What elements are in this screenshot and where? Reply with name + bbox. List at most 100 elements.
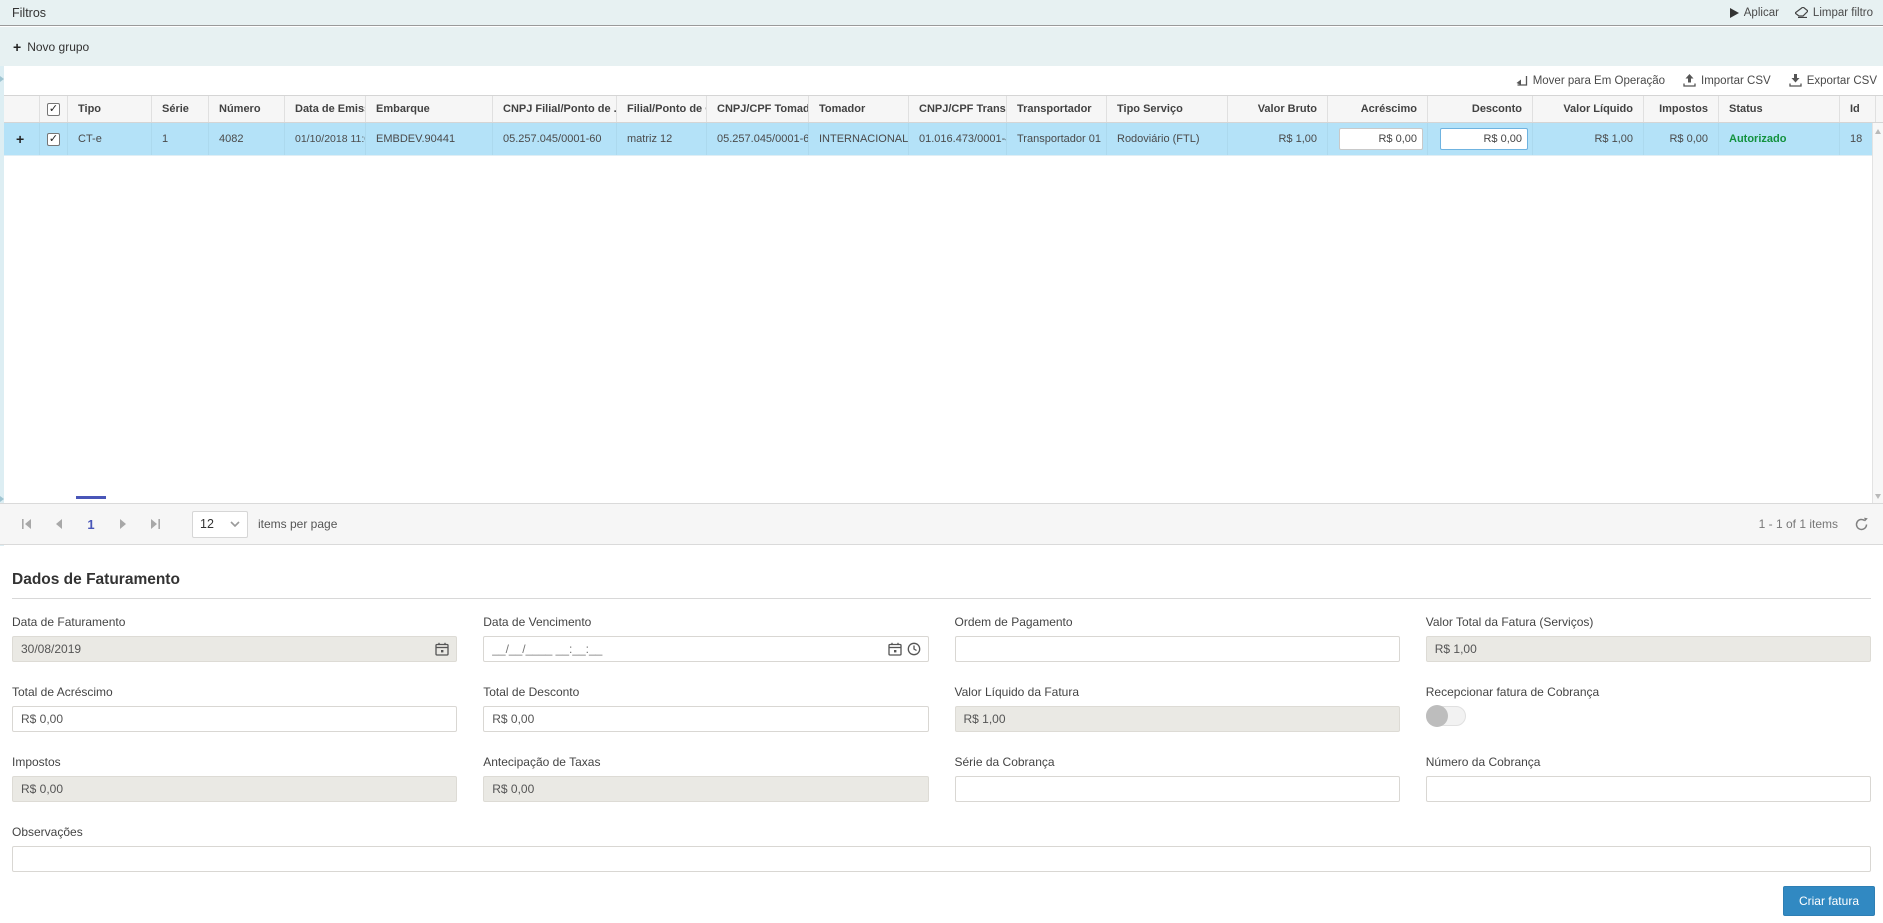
calendar-icon[interactable] <box>435 642 449 656</box>
select-all-checkbox[interactable]: ✓ <box>47 103 60 116</box>
cell-tomador: INTERNACIONAL E ... <box>809 123 909 155</box>
field-label: Série da Cobrança <box>955 755 1400 769</box>
play-icon <box>1729 8 1739 18</box>
cell-desconto <box>1428 123 1533 155</box>
observacoes-input[interactable] <box>12 846 1871 872</box>
move-to-operation-button[interactable]: Mover para Em Operação <box>1515 75 1665 87</box>
field-label: Recepcionar fatura de Cobrança <box>1426 685 1871 699</box>
cell-cnpj-transportador: 01.016.473/0001-40 <box>909 123 1007 155</box>
row-select-cell: ✓ <box>40 123 68 155</box>
column-header-impostos[interactable]: Impostos <box>1644 96 1719 122</box>
column-header-serie[interactable]: Série <box>152 96 209 122</box>
field-label: Data de Faturamento <box>12 615 457 629</box>
field-recepcionar-fatura: Recepcionar fatura de Cobrança <box>1426 685 1871 732</box>
column-header-desconto[interactable]: Desconto <box>1428 96 1533 122</box>
calendar-icon[interactable] <box>888 642 902 656</box>
filters-title: Filtros <box>12 6 46 20</box>
column-header-valor-liquido[interactable]: Valor Líquido <box>1533 96 1644 122</box>
field-numero-cobranca: Número da Cobrança <box>1426 755 1871 802</box>
field-label: Total de Desconto <box>483 685 928 699</box>
valor-total-input[interactable] <box>1426 636 1871 662</box>
impostos-input[interactable] <box>12 776 457 802</box>
column-header-transportador[interactable]: Transportador <box>1007 96 1107 122</box>
billing-form: Data de Faturamento Data de Vencimento O… <box>12 615 1871 895</box>
data-faturamento-input[interactable] <box>12 636 457 662</box>
column-header-data-emissao[interactable]: Data de Emiss... <box>285 96 366 122</box>
splitter-arrow-icon <box>0 76 4 82</box>
column-header-tipo-servico[interactable]: Tipo Serviço <box>1107 96 1228 122</box>
section-title: Dados de Faturamento <box>12 571 1871 599</box>
apply-filters-button[interactable]: Aplicar <box>1729 7 1779 19</box>
column-header-cnpj-transportador[interactable]: CNPJ/CPF Transp... <box>909 96 1007 122</box>
row-checkbox[interactable]: ✓ <box>47 133 60 146</box>
column-header-status[interactable]: Status <box>1719 96 1840 122</box>
column-header-tomador[interactable]: Tomador <box>809 96 909 122</box>
import-csv-button[interactable]: Importar CSV <box>1683 74 1771 87</box>
page-size-select[interactable]: 12 <box>192 511 248 538</box>
eraser-icon <box>1795 7 1808 18</box>
recepcionar-toggle[interactable] <box>1426 706 1466 726</box>
upload-icon <box>1683 74 1696 87</box>
billing-data-section: Dados de Faturamento Data de Faturamento… <box>0 546 1883 923</box>
last-page-button[interactable] <box>142 511 168 537</box>
filters-actions: Aplicar Limpar filtro <box>1729 7 1873 19</box>
field-label: Valor Líquido da Fatura <box>955 685 1400 699</box>
cell-cnpj-tomador: 05.257.045/0001-60 <box>707 123 809 155</box>
cell-cnpj-filial: 05.257.045/0001-60 <box>493 123 617 155</box>
cell-acrescimo <box>1328 123 1428 155</box>
field-antecipacao-taxas: Antecipação de Taxas <box>483 755 928 802</box>
scroll-down-icon[interactable] <box>1875 494 1881 499</box>
first-page-button[interactable] <box>14 511 40 537</box>
numero-cobranca-input[interactable] <box>1426 776 1871 802</box>
cell-valor-liquido: R$ 1,00 <box>1533 123 1644 155</box>
field-data-faturamento: Data de Faturamento <box>12 615 457 662</box>
plus-icon: + <box>13 40 21 54</box>
table-row[interactable]: + ✓ CT-e 1 4082 01/10/2018 11:07 EMBDEV.… <box>4 123 1883 156</box>
column-header-numero[interactable]: Número <box>209 96 285 122</box>
field-total-desconto: Total de Desconto <box>483 685 928 732</box>
vertical-scrollbar[interactable] <box>1872 123 1883 505</box>
column-header-embarque[interactable]: Embarque <box>366 96 493 122</box>
field-label: Observações <box>12 825 1871 839</box>
field-label: Ordem de Pagamento <box>955 615 1400 629</box>
filters-panel-body: + Novo grupo <box>0 27 1883 66</box>
next-page-button[interactable] <box>110 511 136 537</box>
current-page-button[interactable]: 1 <box>78 503 104 545</box>
field-observacoes: Observações <box>12 825 1871 872</box>
refresh-icon[interactable] <box>1854 517 1869 532</box>
move-back-icon <box>1515 75 1528 87</box>
chevron-down-icon <box>230 521 240 527</box>
column-header-valor-bruto[interactable]: Valor Bruto <box>1228 96 1328 122</box>
new-filter-group-button[interactable]: + Novo grupo <box>13 40 89 54</box>
cell-data-emissao: 01/10/2018 11:07 <box>285 123 366 155</box>
data-vencimento-input[interactable] <box>483 636 928 662</box>
desconto-input[interactable] <box>1440 128 1528 150</box>
valor-liquido-fatura-input[interactable] <box>955 706 1400 732</box>
ordem-pagamento-input[interactable] <box>955 636 1400 662</box>
expand-row-icon[interactable]: + <box>4 131 24 147</box>
total-acrescimo-input[interactable] <box>12 706 457 732</box>
field-valor-liquido-fatura: Valor Líquido da Fatura <box>955 685 1400 732</box>
row-expand-cell: + <box>4 123 40 155</box>
acrescimo-input[interactable] <box>1339 128 1423 150</box>
pager-summary: 1 - 1 of 1 items <box>1759 517 1838 531</box>
create-invoice-button[interactable]: Criar fatura <box>1783 886 1875 916</box>
column-header-cnpj-filial[interactable]: CNPJ Filial/Ponto de ... <box>493 96 617 122</box>
previous-page-button[interactable] <box>46 511 72 537</box>
scroll-up-icon[interactable] <box>1875 129 1881 134</box>
clear-filters-button[interactable]: Limpar filtro <box>1795 7 1873 19</box>
column-header-id[interactable]: Id <box>1840 96 1876 122</box>
serie-cobranca-input[interactable] <box>955 776 1400 802</box>
column-header-cnpj-tomador[interactable]: CNPJ/CPF Tomador <box>707 96 809 122</box>
antecipacao-taxas-input[interactable] <box>483 776 928 802</box>
pager-right: 1 - 1 of 1 items <box>1759 517 1869 532</box>
column-header-filial[interactable]: Filial/Ponto de O... <box>617 96 707 122</box>
column-header-tipo[interactable]: Tipo <box>68 96 152 122</box>
export-csv-button[interactable]: Exportar CSV <box>1789 74 1877 87</box>
download-icon <box>1789 74 1802 87</box>
grid-pager: 1 12 items per page 1 - 1 of 1 items <box>0 503 1883 545</box>
total-desconto-input[interactable] <box>483 706 928 732</box>
column-header-acrescimo[interactable]: Acréscimo <box>1328 96 1428 122</box>
filters-panel-header: Filtros Aplicar Limpar filtro <box>0 0 1883 26</box>
clock-icon[interactable] <box>907 642 921 656</box>
